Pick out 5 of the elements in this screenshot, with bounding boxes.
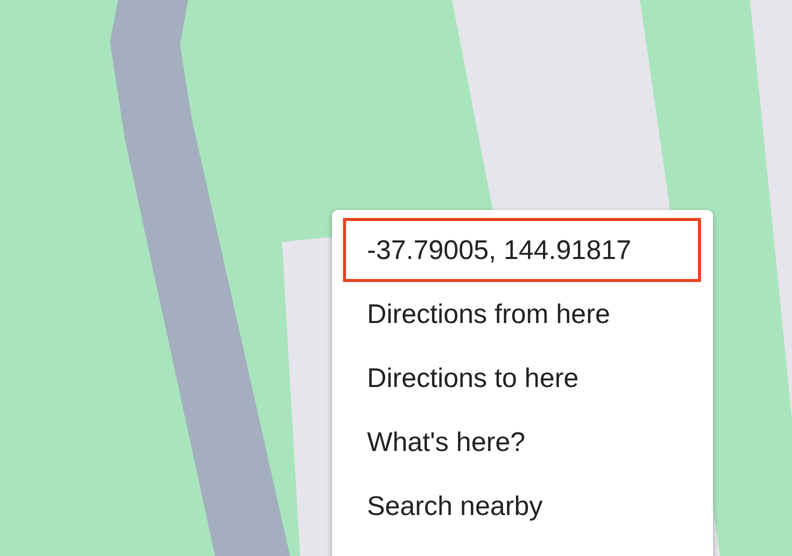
menu-item[interactable]: Directions to here	[343, 346, 701, 410]
menu-item[interactable]: Search nearby	[343, 474, 701, 538]
menu-item[interactable]: What's here?	[343, 410, 701, 474]
menu-item[interactable]: -37.79005, 144.91817	[343, 218, 701, 282]
menu-item[interactable]: Directions from here	[343, 282, 701, 346]
